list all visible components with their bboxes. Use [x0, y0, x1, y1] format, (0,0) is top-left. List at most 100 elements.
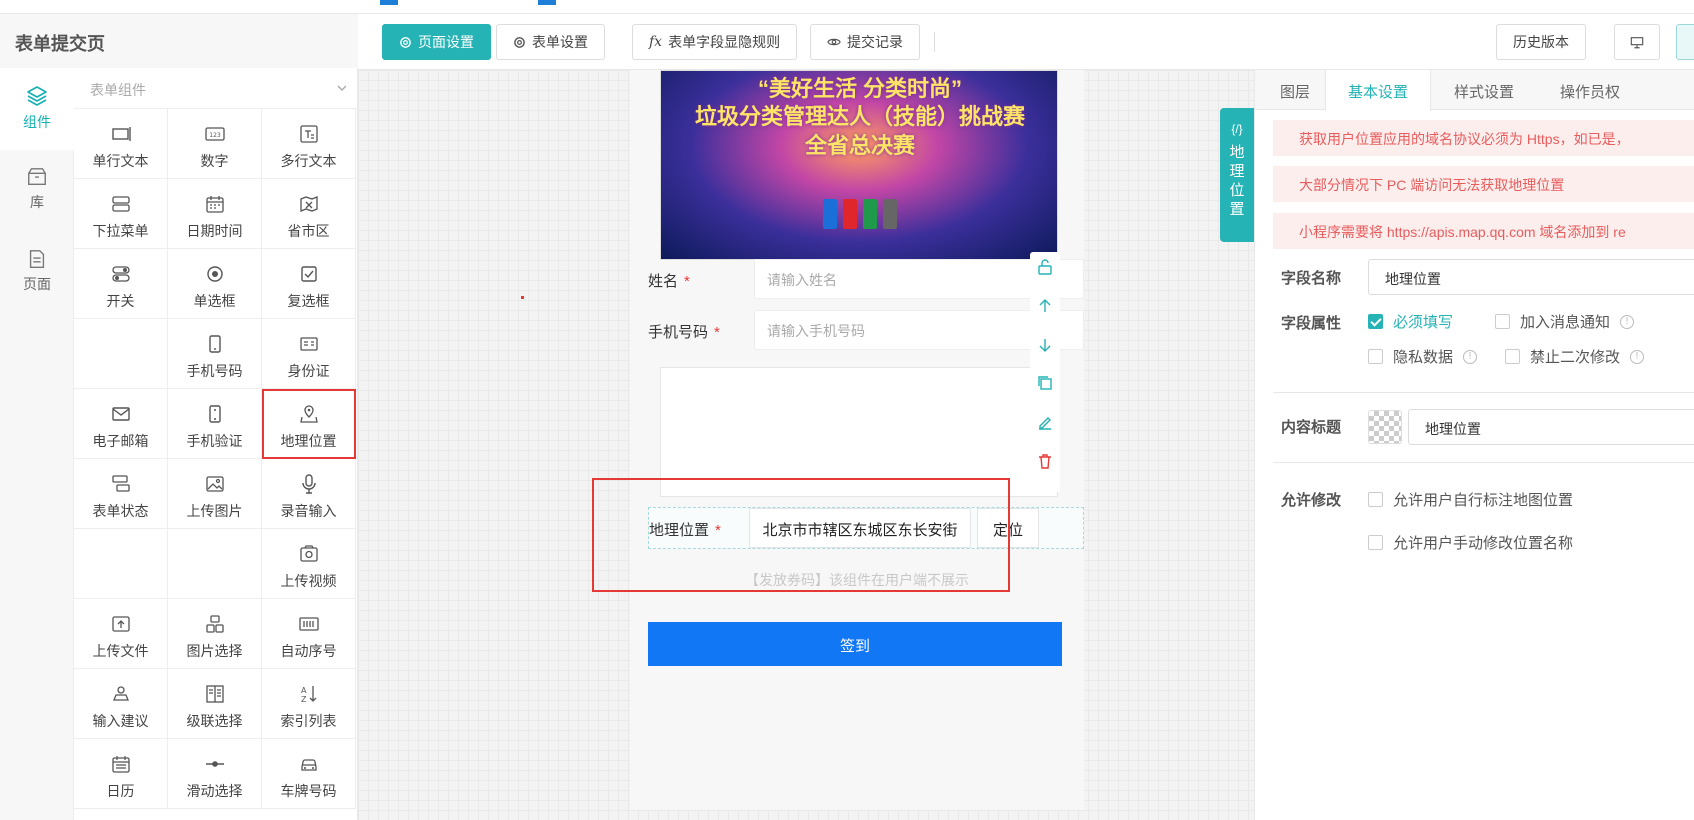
- mail-icon: [111, 407, 130, 421]
- gear-icon: [400, 36, 411, 48]
- component-item-label: 车牌号码: [280, 783, 337, 799]
- component-item-label: 上传图片: [186, 503, 243, 519]
- svg-text:123: 123: [209, 132, 221, 139]
- submit-records-button[interactable]: 提交记录: [810, 24, 920, 60]
- component-item[interactable]: 单行文本: [74, 109, 168, 179]
- name-field-label: 姓名 *: [648, 273, 690, 290]
- tab-layers[interactable]: 图层: [1265, 70, 1325, 110]
- component-item-label: 多行文本: [280, 153, 337, 169]
- component-item[interactable]: 单选框: [168, 249, 262, 319]
- phone-field-label: 手机号码 *: [648, 324, 720, 341]
- component-item[interactable]: 复选框: [262, 249, 356, 319]
- field-name-input[interactable]: 地理位置: [1368, 259, 1694, 295]
- notify-checkbox[interactable]: 加入消息通知!: [1495, 311, 1635, 332]
- top-strip: [0, 0, 1694, 14]
- no-second-edit-checkbox[interactable]: 禁止二次修改!: [1505, 346, 1645, 367]
- page-settings-label: 页面设置: [418, 34, 474, 50]
- component-group-header[interactable]: 表单组件: [74, 68, 358, 108]
- component-item[interactable]: 身份证: [262, 319, 356, 389]
- page-settings-button[interactable]: 页面设置: [382, 24, 491, 60]
- content-title-input[interactable]: 地理位置: [1408, 409, 1694, 445]
- component-item[interactable]: A Z 索引列表: [262, 669, 356, 739]
- privacy-checkbox[interactable]: 隐私数据!: [1368, 346, 1478, 367]
- delete-icon[interactable]: [1036, 452, 1054, 470]
- component-item[interactable]: 上传文件: [74, 599, 168, 669]
- page-icon: [29, 250, 45, 268]
- divider: [1273, 462, 1694, 463]
- arrow-up-icon[interactable]: [1036, 297, 1054, 315]
- component-item[interactable]: 下拉菜单: [74, 179, 168, 249]
- rail-item-library[interactable]: 库: [0, 150, 74, 232]
- edit-icon[interactable]: [1036, 413, 1054, 431]
- tab-style-settings[interactable]: 样式设置: [1431, 70, 1537, 110]
- component-item[interactable]: 图片选择: [168, 599, 262, 669]
- component-item-label: 自动序号: [280, 643, 337, 659]
- id-card-icon: [299, 337, 318, 351]
- component-item-label: 图片选择: [186, 643, 243, 659]
- field-rules-button[interactable]: fx 表单字段显隐规则: [632, 24, 798, 60]
- form-settings-button[interactable]: 表单设置: [496, 24, 605, 60]
- car-icon: [300, 759, 317, 771]
- allow-map-mark-checkbox[interactable]: 允许用户自行标注地图位置: [1368, 489, 1573, 510]
- component-item[interactable]: 上传图片: [168, 459, 262, 529]
- alert-pc: 大部分情况下 PC 端访问无法获取地理位置: [1273, 166, 1694, 202]
- rail-item-pages[interactable]: 页面: [0, 232, 74, 314]
- preview-button[interactable]: [1614, 24, 1660, 60]
- publish-button[interactable]: [1676, 24, 1694, 60]
- component-item[interactable]: 手机验证: [168, 389, 262, 459]
- title-image-picker[interactable]: [1368, 410, 1402, 444]
- component-item[interactable]: 级联选择: [168, 669, 262, 739]
- toggle-icon: [111, 266, 130, 282]
- component-item[interactable]: 地理位置: [262, 389, 356, 459]
- component-item-label: 上传视频: [280, 573, 337, 589]
- content-title-label: 内容标题: [1281, 419, 1342, 436]
- component-item[interactable]: 输入建议: [74, 669, 168, 739]
- geo-component-tab[interactable]: {/} 地理位置: [1220, 108, 1254, 242]
- component-item-label: 身份证: [287, 363, 330, 379]
- required-checkbox[interactable]: 必须填写: [1368, 311, 1453, 332]
- number-icon: 123: [204, 127, 225, 141]
- eye-icon: [827, 38, 841, 46]
- component-item[interactable]: 手机号码: [168, 319, 262, 389]
- history-label: 历史版本: [1513, 34, 1569, 50]
- component-item[interactable]: 开关: [74, 249, 168, 319]
- component-group-label: 表单组件: [90, 82, 146, 98]
- component-item-label: 下拉菜单: [92, 223, 149, 239]
- function-icon: fx: [649, 34, 663, 50]
- tab-operator-permissions[interactable]: 操作员权: [1537, 70, 1643, 110]
- left-rail: 组件 库 页面: [0, 68, 74, 820]
- component-item[interactable]: 自动序号: [262, 599, 356, 669]
- component-item[interactable]: 123 数字: [168, 109, 262, 179]
- copy-icon[interactable]: [1036, 374, 1054, 392]
- component-item[interactable]: 滑动选择: [168, 739, 262, 809]
- top-tab-marker: [380, 0, 398, 5]
- unlock-icon[interactable]: [1036, 258, 1054, 276]
- geo-tab-label: 地理位置: [1229, 144, 1245, 218]
- allow-rename-checkbox[interactable]: 允许用户手动修改位置名称: [1368, 532, 1573, 553]
- design-canvas: “美好生活 分类时尚” 垃圾分类管理达人（技能）挑战赛 全省总决赛 姓名 * 请输…: [358, 70, 1313, 820]
- component-item[interactable]: 日期时间: [168, 179, 262, 249]
- component-item[interactable]: 电子邮箱: [74, 389, 168, 459]
- component-item[interactable]: 日历: [74, 739, 168, 809]
- component-item[interactable]: 省市区: [262, 179, 356, 249]
- checkin-submit-button[interactable]: 签到: [648, 622, 1062, 666]
- rail-item-label: 页面: [23, 276, 51, 292]
- component-item[interactable]: 表单状态: [74, 459, 168, 529]
- form-status-icon: [111, 475, 130, 492]
- highlight-box: [592, 478, 1010, 592]
- alert-miniprogram: 小程序需要将 https://apis.map.qq.com 域名添加到 re: [1273, 213, 1694, 249]
- settings-panel: 图层 基本设置 样式设置 操作员权 获取用户位置应用的域名协议必须为 Https…: [1254, 70, 1694, 820]
- sort-az-icon: AZ: [301, 686, 316, 704]
- divider: [1273, 392, 1694, 393]
- component-item[interactable]: 多行文本: [262, 109, 356, 179]
- component-item[interactable]: 录音输入: [262, 459, 356, 529]
- mobile-verify-icon: [208, 405, 221, 423]
- component-item[interactable]: 车牌号码: [262, 739, 356, 809]
- left-panel: 表单提交页 组件 库 页面 表单组件 单行文本 123 数字 多行文本 下拉菜单 日期时间…: [0, 14, 358, 820]
- tab-basic-settings[interactable]: 基本设置: [1325, 70, 1431, 111]
- rail-item-components[interactable]: 组件: [0, 68, 74, 150]
- history-button[interactable]: 历史版本: [1496, 24, 1586, 60]
- arrow-down-icon[interactable]: [1036, 336, 1054, 354]
- component-item[interactable]: 上传视频: [262, 529, 356, 599]
- checkbox-icon: [300, 266, 317, 282]
